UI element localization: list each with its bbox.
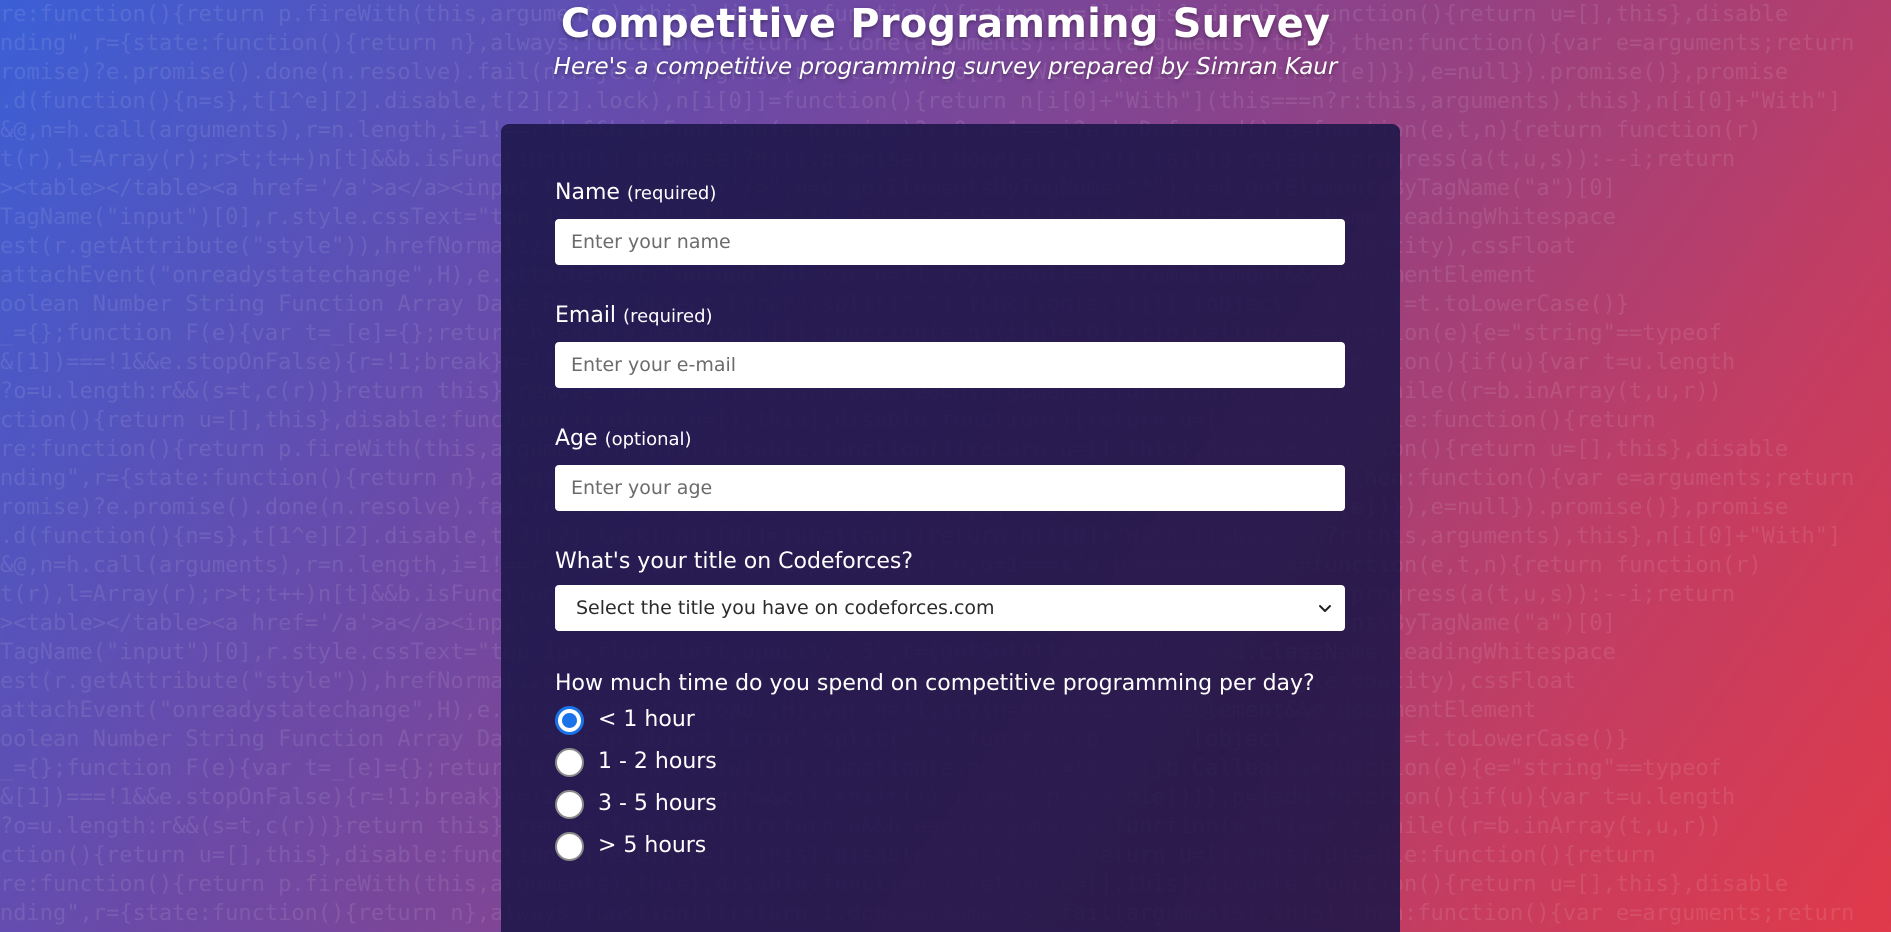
email-input[interactable] — [555, 342, 1345, 388]
page-header: Competitive Programming Survey Here's a … — [0, 0, 1891, 82]
email-label: Email (required) — [555, 301, 1346, 332]
email-label-text: Email — [555, 303, 617, 328]
age-label-text: Age — [555, 426, 598, 451]
time-option-label: 1 - 2 hours — [598, 749, 717, 774]
time-option-label: < 1 hour — [598, 707, 695, 732]
time-option[interactable]: 1 - 2 hours — [555, 741, 1346, 783]
age-optional-hint: (optional) — [604, 429, 692, 450]
radio-button[interactable] — [555, 747, 584, 777]
age-label: Age (optional) — [555, 424, 1346, 455]
title-field-group: What's your title on Codeforces? Select … — [555, 547, 1346, 631]
age-field-group: Age (optional) — [555, 424, 1346, 511]
codeforces-title-label: What's your title on Codeforces? — [555, 549, 914, 574]
age-input[interactable] — [555, 465, 1345, 511]
code-line: .d(function(){n=s},t[1^e][2].disable,t[2… — [0, 89, 1842, 114]
radio-button[interactable] — [555, 831, 584, 861]
email-required-hint: (required) — [623, 306, 713, 327]
name-input[interactable] — [555, 219, 1345, 265]
email-field-group: Email (required) — [555, 301, 1346, 388]
time-radio-group: < 1 hour 1 - 2 hours 3 - 5 hours > 5 hours — [555, 699, 1346, 867]
codeforces-title-select[interactable]: Select the title you have on codeforces.… — [555, 585, 1345, 631]
codeforces-title-selected-value: Select the title you have on codeforces.… — [576, 597, 995, 619]
time-option[interactable]: > 5 hours — [555, 825, 1346, 867]
name-field-group: Name (required) — [555, 178, 1346, 265]
time-question-label: How much time do you spend on competitiv… — [555, 671, 1315, 696]
time-option-label: > 5 hours — [598, 833, 707, 858]
time-option[interactable]: 3 - 5 hours — [555, 783, 1346, 825]
chevron-down-icon — [1319, 605, 1331, 612]
time-field-group: How much time do you spend on competitiv… — [555, 669, 1346, 867]
name-label: Name (required) — [555, 178, 1346, 209]
survey-form: Name (required) Email (required) Age (op… — [501, 124, 1400, 932]
page-title: Competitive Programming Survey — [560, 1, 1331, 47]
page-subtitle: Here's a competitive programming survey … — [553, 54, 1338, 80]
radio-button[interactable] — [555, 789, 584, 819]
radio-button[interactable] — [555, 705, 584, 735]
name-label-text: Name — [555, 180, 620, 205]
time-option[interactable]: < 1 hour — [555, 699, 1346, 741]
time-option-label: 3 - 5 hours — [598, 791, 717, 816]
name-required-hint: (required) — [626, 183, 717, 204]
